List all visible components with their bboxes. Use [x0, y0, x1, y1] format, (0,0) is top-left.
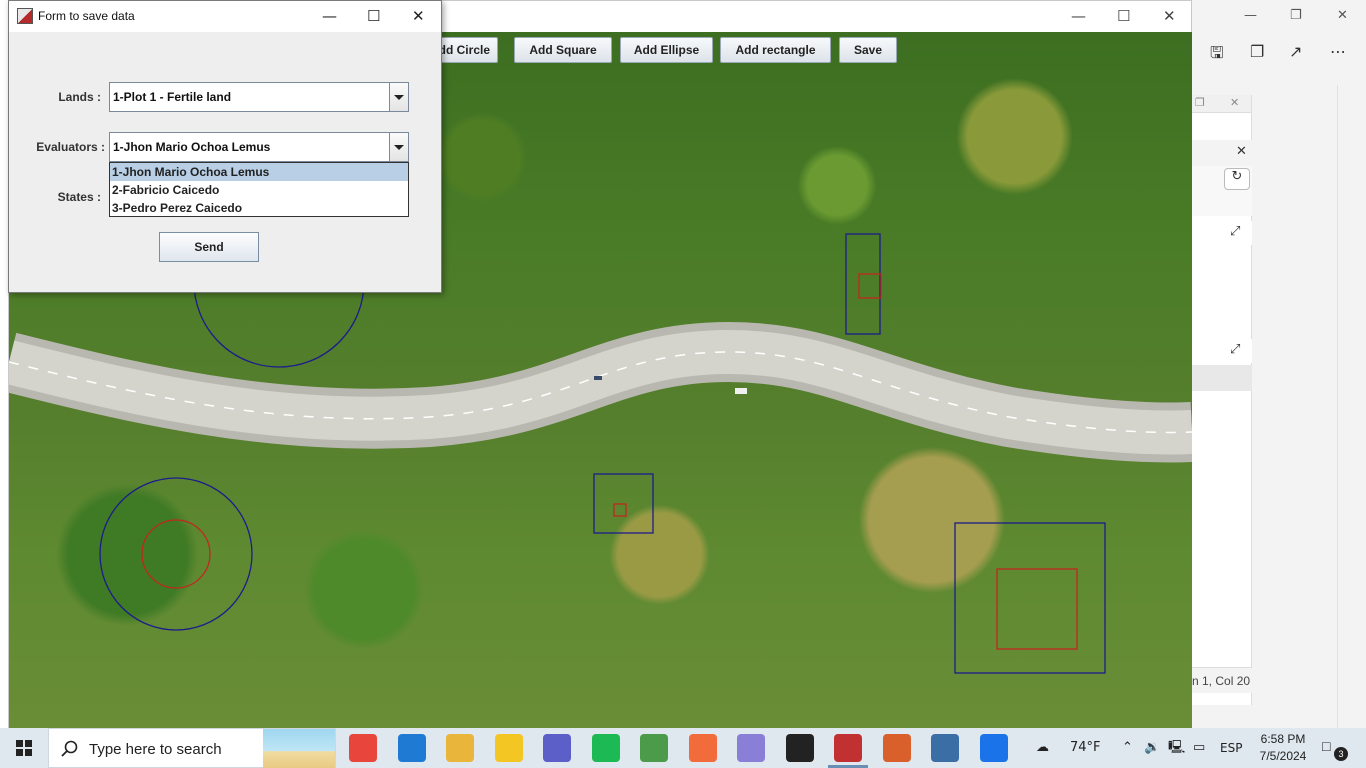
postman-icon[interactable]	[688, 734, 717, 762]
sticky-notes-icon[interactable]	[494, 734, 523, 762]
evaluators-selected-value: 1-Jhon Mario Ochoa Lemus	[113, 140, 271, 154]
taskbar: Type here to search ☁ 74°F ⌃ 🔉 🖳 ▭ ESP 6…	[0, 728, 1366, 768]
lands-selected-value: 1-Plot 1 - Fertile land	[113, 90, 232, 104]
bg-minimize-icon[interactable]: —	[1244, 8, 1257, 23]
clock-date: 7/5/2024	[1259, 749, 1307, 763]
minimize-icon[interactable]: —	[322, 7, 337, 25]
chrome-icon[interactable]	[349, 734, 377, 762]
background-side-panel: ❐ ✕ ✕ ↻ ⤢ ⤢ n 1, Col 20	[1192, 95, 1252, 705]
vscode-icon[interactable]	[397, 734, 426, 762]
panel-row: ⤢	[1192, 339, 1252, 363]
chevron-up-icon[interactable]: ⌃	[1122, 728, 1133, 768]
expand-icon[interactable]: ⤢	[1230, 342, 1240, 357]
panel-close-x-icon[interactable]: ✕	[1236, 144, 1247, 159]
expand-icon[interactable]: ⤢	[1230, 224, 1240, 239]
status-bar: n 1, Col 20	[1192, 667, 1252, 693]
scrollbar[interactable]	[1337, 85, 1366, 728]
circle-shape-inner[interactable]	[141, 519, 211, 589]
background-area	[1252, 95, 1337, 728]
status-text: n 1, Col 20	[1192, 674, 1251, 688]
save-data-dialog: Form to save data — ☐ ✕ Lands : 1-Plot 1…	[8, 0, 442, 293]
save-button[interactable]: Save	[839, 37, 897, 63]
notification-button[interactable]: □ 3	[1322, 738, 1348, 761]
copy-icon[interactable]: ❐	[1250, 42, 1264, 61]
evaluators-label: Evaluators :	[36, 140, 105, 154]
square-shape-inner[interactable]	[858, 273, 882, 299]
lands-label: Lands :	[58, 90, 101, 104]
weather-temperature[interactable]: 74°F	[1070, 728, 1101, 768]
clock[interactable]: 6:58 PM 7/5/2024	[1250, 731, 1316, 765]
bg-restore-icon[interactable]: ❐	[1290, 8, 1302, 23]
network-icon[interactable]: 🖳	[1168, 728, 1185, 768]
panel-header: ❐ ✕	[1192, 95, 1251, 113]
maximize-icon[interactable]: ☐	[367, 7, 380, 25]
panel-row: ⤢	[1192, 221, 1252, 245]
evaluators-select[interactable]: 1-Jhon Mario Ochoa Lemus	[109, 132, 409, 162]
file-explorer-icon[interactable]	[446, 734, 474, 762]
dev-tool-icon[interactable]	[882, 734, 911, 762]
states-label: States :	[57, 190, 101, 204]
java-app-icon[interactable]	[834, 734, 862, 762]
panel-close-icon[interactable]: ✕	[1230, 96, 1239, 109]
magnifier-icon[interactable]	[737, 734, 765, 762]
dialog-title: Form to save data	[38, 9, 135, 23]
intellij-icon[interactable]	[785, 734, 814, 762]
bg-close-icon[interactable]: ✕	[1337, 8, 1348, 23]
minimize-icon[interactable]: —	[1071, 7, 1086, 25]
spotify-icon[interactable]	[591, 734, 620, 762]
share-icon[interactable]: ↗	[1289, 42, 1302, 61]
square-shape-outer[interactable]	[954, 522, 1106, 674]
dropdown-option[interactable]: 2-Fabricio Caicedo	[110, 181, 408, 199]
help-icon[interactable]	[979, 734, 1008, 762]
search-placeholder: Type here to search	[89, 741, 222, 758]
circle-shape-outer[interactable]	[99, 477, 253, 631]
beach-illustration-icon	[263, 729, 335, 768]
chevron-down-icon[interactable]	[389, 133, 408, 161]
square-shape-inner[interactable]	[996, 568, 1078, 650]
java-app-icon	[17, 8, 33, 24]
weather-icon[interactable]: ☁	[1036, 728, 1049, 768]
chevron-down-icon[interactable]	[389, 83, 408, 111]
teams-icon[interactable]	[543, 734, 571, 762]
maximize-icon[interactable]: ☐	[1117, 7, 1130, 25]
send-button[interactable]: Send	[159, 232, 259, 262]
close-icon[interactable]: ✕	[1163, 7, 1176, 25]
panel-row: ✕	[1192, 140, 1252, 166]
more-icon[interactable]: ⋯	[1330, 42, 1346, 61]
rectangle-shape-outer[interactable]	[845, 233, 881, 335]
lands-select[interactable]: 1-Plot 1 - Fertile land	[109, 82, 409, 112]
panel-row	[1192, 365, 1252, 391]
close-icon[interactable]: ✕	[412, 7, 425, 25]
windows-icon	[16, 740, 32, 756]
dropdown-option[interactable]: 3-Pedro Perez Caicedo	[110, 199, 408, 217]
language-indicator[interactable]: ESP	[1220, 728, 1242, 768]
dialog-title-bar: Form to save data — ☐ ✕	[9, 1, 441, 32]
panel-row: ↻	[1192, 166, 1252, 216]
taskbar-search[interactable]: Type here to search	[48, 728, 336, 768]
battery-icon[interactable]: ▭	[1193, 728, 1205, 768]
start-button[interactable]	[0, 728, 48, 768]
refresh-icon[interactable]: ↻	[1224, 168, 1250, 190]
add-square-button[interactable]: Add Square	[514, 37, 612, 63]
add-rectangle-button[interactable]: Add rectangle	[720, 37, 831, 63]
notification-count: 3	[1334, 747, 1348, 761]
save-icon[interactable]: 🖫	[1210, 42, 1224, 69]
add-ellipse-button[interactable]: Add Ellipse	[620, 37, 713, 63]
dropdown-option[interactable]: 1-Jhon Mario Ochoa Lemus	[110, 163, 408, 181]
square-shape-inner[interactable]	[613, 503, 627, 517]
git-icon[interactable]	[640, 734, 668, 762]
evaluators-dropdown-list[interactable]: 1-Jhon Mario Ochoa Lemus 2-Fabricio Caic…	[109, 162, 409, 217]
search-icon	[61, 740, 78, 757]
clock-time: 6:58 PM	[1260, 732, 1306, 746]
notification-icon: □	[1322, 738, 1331, 754]
panel-restore-icon[interactable]: ❐	[1195, 96, 1205, 109]
volume-icon[interactable]: 🔉	[1144, 728, 1160, 768]
postgres-icon[interactable]	[931, 734, 959, 762]
